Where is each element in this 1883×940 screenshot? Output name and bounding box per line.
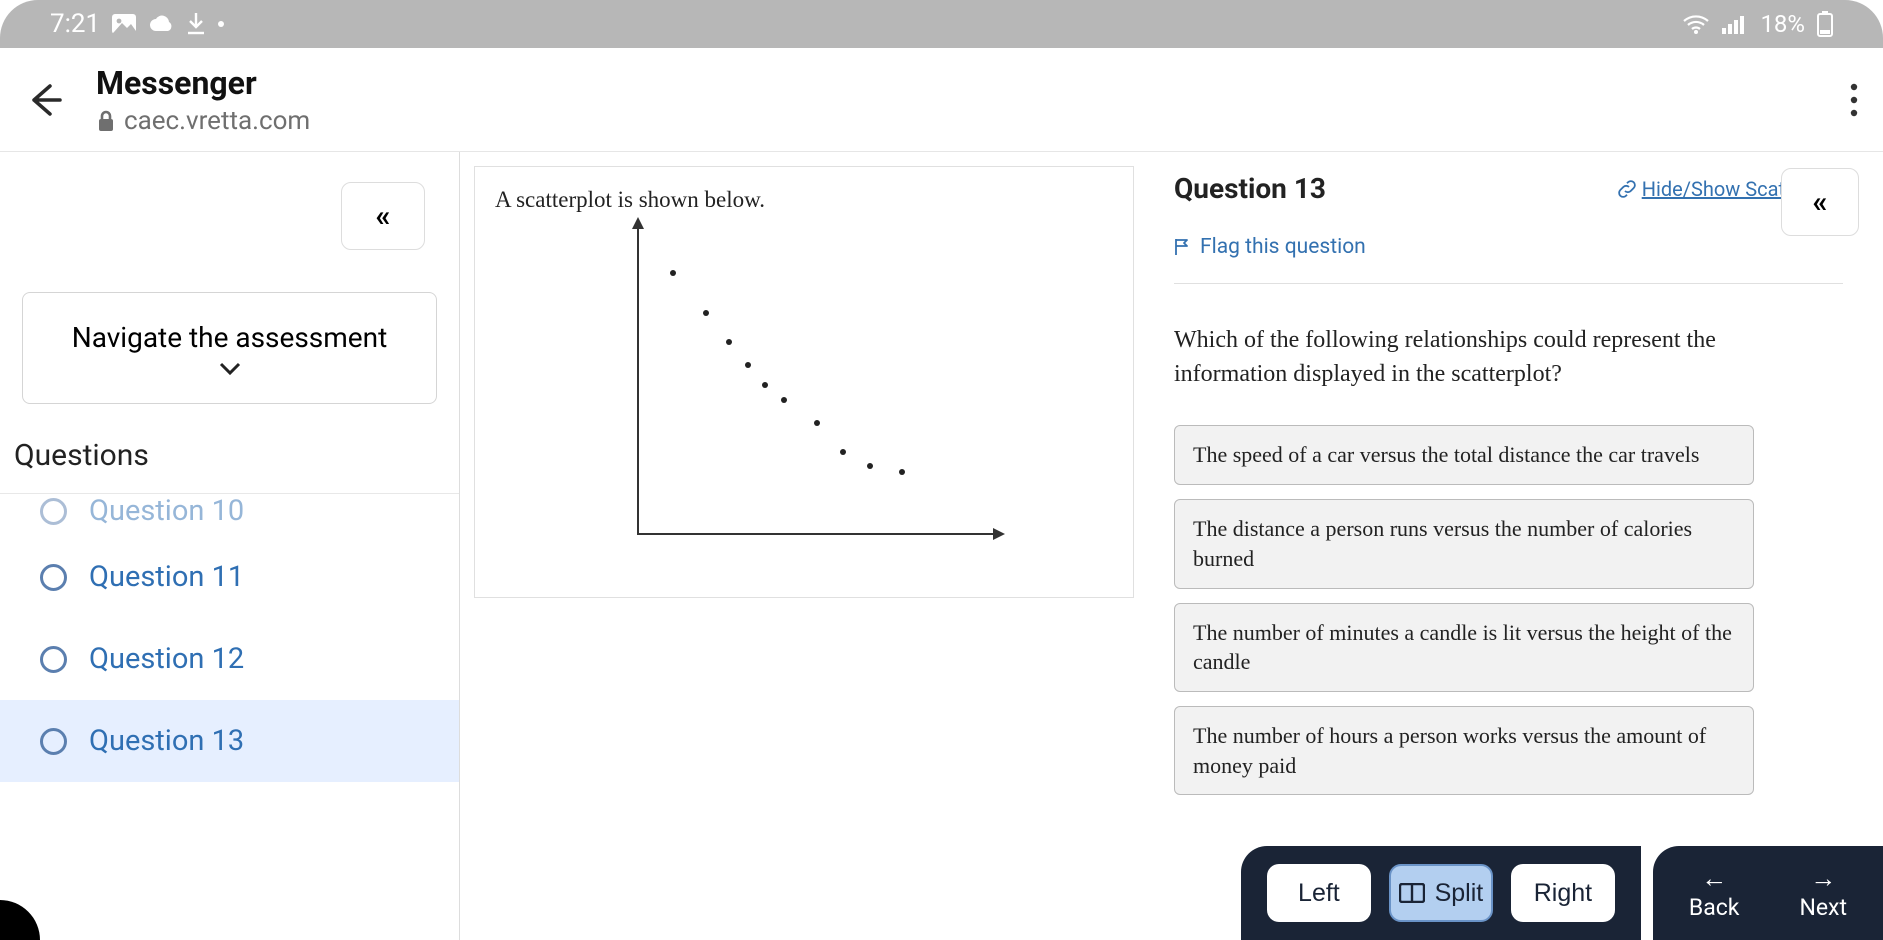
browser-url-row: caec.vretta.com xyxy=(96,106,310,136)
view-left-button[interactable]: Left xyxy=(1267,864,1371,922)
view-split-label: Split xyxy=(1435,879,1484,908)
nav-next-label: Next xyxy=(1799,894,1847,921)
view-split-button[interactable]: Split xyxy=(1389,864,1493,922)
chevron-double-left-icon: « xyxy=(376,199,391,234)
y-axis xyxy=(637,227,639,535)
sidebar-item-question[interactable]: Question 13 xyxy=(0,700,459,782)
sidebar-item-label: Question 13 xyxy=(89,724,244,758)
nav-dropdown-label: Navigate the assessment xyxy=(72,321,388,354)
cloud-icon xyxy=(148,15,174,33)
data-point xyxy=(840,449,846,455)
flag-icon xyxy=(1174,238,1190,256)
data-point xyxy=(762,382,768,388)
more-icon[interactable] xyxy=(1849,82,1859,118)
answer-option[interactable]: The speed of a car versus the total dist… xyxy=(1174,425,1754,485)
data-point xyxy=(726,339,732,345)
chevron-double-left-icon: « xyxy=(1813,185,1828,220)
battery-icon xyxy=(1817,11,1833,37)
browser-title-block: Messenger caec.vretta.com xyxy=(96,64,310,136)
arrow-right-icon: → xyxy=(1810,866,1836,892)
view-right-button[interactable]: Right xyxy=(1511,864,1615,922)
sidebar-item-label: Question 10 xyxy=(89,494,244,528)
page-body: « Navigate the assessment Questions Ques… xyxy=(0,152,1883,940)
bottom-controls: Left Split Right ← Back → Next xyxy=(1241,846,1883,940)
scatter-chart xyxy=(615,227,995,557)
answers-list: The speed of a car versus the total dist… xyxy=(1174,425,1843,795)
x-axis xyxy=(637,533,995,535)
data-point xyxy=(745,362,751,368)
radio-empty-icon xyxy=(40,728,67,755)
sidebar-item-question[interactable]: Question 11 xyxy=(0,536,459,618)
sidebar-item-question[interactable]: Question 10 xyxy=(0,494,459,536)
view-right-label: Right xyxy=(1534,879,1592,908)
sidebar-collapse-button[interactable]: « xyxy=(341,182,425,250)
right-collapse-button[interactable]: « xyxy=(1781,168,1859,236)
link-icon xyxy=(1618,180,1636,198)
download-icon xyxy=(186,13,206,35)
divider xyxy=(1174,283,1843,284)
scatter-panel: A scatterplot is shown below. xyxy=(474,166,1134,598)
answer-option[interactable]: The number of hours a person works versu… xyxy=(1174,706,1754,795)
sidebar-item-question[interactable]: Question 12 xyxy=(0,618,459,700)
data-point xyxy=(703,310,709,316)
radio-empty-icon xyxy=(40,564,67,591)
split-icon xyxy=(1399,883,1425,903)
chevron-down-icon xyxy=(219,362,241,376)
question-panel: « Question 13 Hide/Show Scatterplot Flag… xyxy=(1134,152,1883,940)
view-left-label: Left xyxy=(1298,879,1340,908)
flag-question[interactable]: Flag this question xyxy=(1174,235,1843,259)
wifi-icon xyxy=(1682,13,1710,35)
signal-icon xyxy=(1722,14,1748,34)
nav-bar: ← Back → Next xyxy=(1653,846,1883,940)
questions-list: Question 10 Question 11 Question 12 Questio… xyxy=(0,494,459,940)
arrow-left-icon: ← xyxy=(1701,866,1727,892)
answer-option[interactable]: The distance a person runs versus the nu… xyxy=(1174,499,1754,588)
sidebar-item-label: Question 11 xyxy=(89,560,244,594)
question-title: Question 13 xyxy=(1174,172,1326,205)
data-point xyxy=(814,420,820,426)
browser-header: Messenger caec.vretta.com xyxy=(0,48,1883,152)
question-prompt: Which of the following relationships cou… xyxy=(1174,324,1754,391)
browser-url: caec.vretta.com xyxy=(124,106,310,136)
main-area: A scatterplot is shown below. « Question… xyxy=(460,152,1883,940)
radio-empty-icon xyxy=(40,498,67,525)
data-point xyxy=(781,397,787,403)
sidebar: « Navigate the assessment Questions Ques… xyxy=(0,152,460,940)
nav-next-button[interactable]: → Next xyxy=(1799,866,1847,921)
answer-option[interactable]: The number of minutes a candle is lit ve… xyxy=(1174,603,1754,692)
gallery-icon xyxy=(112,14,136,34)
browser-title: Messenger xyxy=(96,64,310,102)
nav-dropdown[interactable]: Navigate the assessment xyxy=(22,292,437,404)
questions-header: Questions xyxy=(0,428,459,494)
lock-icon xyxy=(96,110,116,132)
status-right: 18% xyxy=(1682,10,1833,38)
flag-text: Flag this question xyxy=(1200,235,1366,259)
nav-back-label: Back xyxy=(1689,894,1740,921)
status-dot-icon xyxy=(218,21,224,27)
status-left: 7:21 xyxy=(50,9,224,39)
data-point xyxy=(670,270,676,276)
data-point xyxy=(867,463,873,469)
back-icon[interactable] xyxy=(24,80,64,120)
battery-text: 18% xyxy=(1760,10,1805,38)
radio-empty-icon xyxy=(40,646,67,673)
view-mode-bar: Left Split Right xyxy=(1241,846,1641,940)
sidebar-item-label: Question 12 xyxy=(89,642,244,676)
status-time: 7:21 xyxy=(50,9,100,39)
scatter-caption: A scatterplot is shown below. xyxy=(495,187,1113,213)
status-bar: 7:21 18% xyxy=(0,0,1883,48)
data-point xyxy=(899,469,905,475)
question-top-row: Question 13 Hide/Show Scatterplot xyxy=(1174,172,1843,205)
nav-back-button[interactable]: ← Back xyxy=(1689,866,1740,921)
